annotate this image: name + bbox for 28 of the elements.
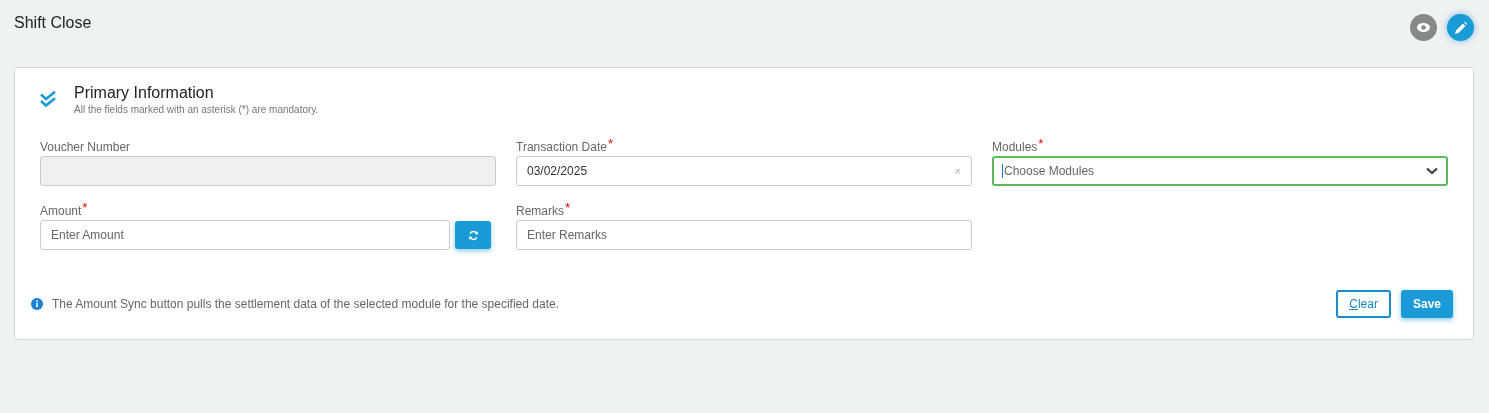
field-label: Amount — [40, 204, 82, 218]
field-label: Transaction Date — [516, 140, 607, 154]
field-label: Remarks — [516, 204, 564, 218]
section-subtitle: All the fields marked with an asterisk (*) are mandatory. — [74, 104, 319, 115]
chevron-down-icon — [1426, 167, 1438, 175]
required-asterisk: * — [607, 136, 613, 151]
sync-button[interactable] — [455, 221, 491, 249]
date-field[interactable]: 03/02/2025 × — [516, 156, 972, 186]
page-title: Shift Close — [14, 14, 92, 32]
field-label: Modules — [992, 140, 1038, 154]
select-field[interactable]: Choose Modules — [992, 156, 1448, 186]
refresh-icon — [467, 229, 479, 241]
info-icon — [31, 298, 43, 310]
edit-button[interactable] — [1447, 14, 1474, 41]
field-label: Voucher Number — [40, 140, 131, 154]
text-field[interactable]: Enter Amount — [40, 220, 450, 250]
info-note: The Amount Sync button pulls the settlement data of the selected module for the specified date. — [52, 297, 559, 311]
required-asterisk: * — [1038, 136, 1044, 151]
eye-icon — [1417, 23, 1430, 32]
pencil-icon — [1454, 21, 1467, 34]
required-asterisk: * — [565, 200, 571, 215]
save-button[interactable]: Save — [1400, 290, 1453, 318]
text-field[interactable]: Enter Remarks — [516, 220, 972, 250]
double-check-icon — [40, 91, 58, 108]
clear-button[interactable]: Clear — [1336, 290, 1391, 318]
required-asterisk: * — [82, 200, 88, 215]
section-title: Primary Information — [74, 84, 215, 102]
view-button[interactable] — [1410, 14, 1437, 41]
